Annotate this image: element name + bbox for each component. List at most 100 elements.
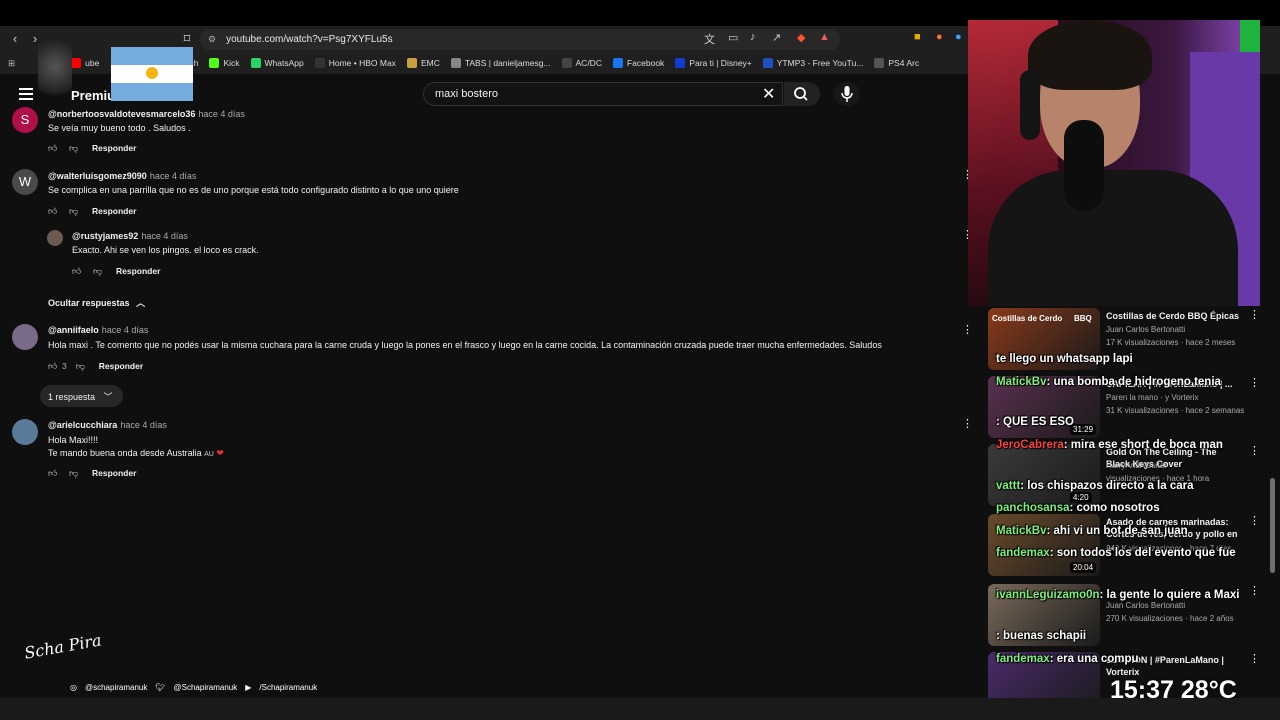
chat-message: panchosansa: como nosotros: [996, 501, 1258, 515]
bookmark-item[interactable]: ube: [71, 58, 99, 68]
like-icon[interactable]: 👍︎: [48, 206, 58, 216]
chat-username: fandemax: [996, 547, 1050, 559]
brave-shield-icon[interactable]: ◆: [797, 31, 805, 44]
extension-icon[interactable]: ●: [936, 31, 943, 43]
avatar[interactable]: [12, 324, 38, 350]
dislike-icon[interactable]: 👎︎: [69, 206, 79, 216]
chat-message: : QUE ES ESO: [996, 415, 1258, 429]
share-icon[interactable]: ↗: [772, 31, 781, 44]
bookmark-favicon-icon: [675, 58, 686, 68]
channel-name[interactable]: Juan Carlos Bertonatti: [1106, 325, 1185, 334]
reply-button[interactable]: Responder: [116, 266, 160, 276]
avatar[interactable]: [12, 419, 38, 445]
webcam-overlay: [968, 20, 1260, 306]
channel-name[interactable]: HarryAndAGuitar: [1106, 461, 1167, 470]
bookmark-item[interactable]: Kick: [209, 58, 240, 68]
site-info-icon[interactable]: ⚙: [208, 34, 216, 45]
bookmark-label: EMC: [420, 58, 440, 68]
more-options-icon[interactable]: ⋮: [962, 419, 973, 430]
dislike-icon[interactable]: 👎︎: [69, 468, 79, 478]
more-options-icon[interactable]: ⋮: [1249, 310, 1260, 321]
more-options-icon[interactable]: ⋮: [962, 325, 973, 336]
show-replies-button[interactable]: 1 respuesta ﹀: [40, 385, 123, 407]
like-icon[interactable]: 👍︎: [48, 361, 58, 371]
comment-text: Se veía muy bueno todo . Saludos .: [48, 123, 191, 133]
bookmark-label: PS4 Arc: [888, 58, 920, 68]
video-title[interactable]: Costillas de Cerdo BBQ Épicas: [1106, 310, 1241, 322]
bookmark-label: TABS | danieljamesg...: [464, 58, 551, 68]
comment-actions: 👍︎ 👎︎ Responder: [48, 143, 136, 153]
music-icon[interactable]: ♪: [750, 31, 756, 43]
chat-username: MatickBv: [996, 376, 1047, 388]
social-handles: ◎ @schapiramanuk 🐦︎ @Schapiramanuk ▶ /Sc…: [70, 683, 325, 692]
comment-actions: 👍︎ 👎︎ Responder: [48, 468, 136, 478]
close-icon[interactable]: ✕: [762, 84, 775, 104]
avatar[interactable]: [47, 230, 63, 246]
dislike-icon[interactable]: 👎︎: [93, 266, 103, 276]
heart-icon: ❤: [216, 448, 224, 458]
back-icon[interactable]: ‹: [6, 30, 24, 48]
bookmark-item[interactable]: YTMP3 - Free YouTu...: [762, 58, 863, 68]
search-button[interactable]: [784, 82, 820, 106]
voice-search-button[interactable]: [834, 82, 860, 106]
reply-button[interactable]: Responder: [92, 206, 136, 216]
youtube-handle: /Schapiramanuk: [259, 683, 318, 692]
avatar[interactable]: W: [12, 169, 38, 195]
like-count: 3: [62, 361, 67, 371]
brave-rewards-icon[interactable]: ▲: [819, 31, 830, 43]
bookmark-icon[interactable]: ⌑: [178, 30, 196, 48]
bookmark-label: Kick: [223, 58, 240, 68]
comment-author[interactable]: @walterluisgomez9090 hace 4 días: [48, 171, 196, 181]
chat-username: JeroCabrera: [996, 439, 1064, 451]
search-input[interactable]: maxi bostero: [423, 82, 783, 106]
chat-text: : como nosotros: [1069, 502, 1160, 514]
bookmark-favicon-icon: [874, 58, 885, 68]
channel-name[interactable]: Paren la mano · y Vorterix: [1106, 393, 1198, 402]
scrollbar[interactable]: [1266, 74, 1280, 698]
extension-icon[interactable]: ●: [955, 31, 962, 43]
translate-icon[interactable]: 文: [704, 31, 715, 47]
bookmark-item[interactable]: Facebook: [612, 58, 664, 68]
extension-icon[interactable]: ■: [914, 31, 921, 43]
comment-author[interactable]: @anniifaelo hace 4 días: [48, 325, 148, 335]
bookmark-item[interactable]: AC/DC: [561, 58, 602, 68]
bookmark-item[interactable]: EMC: [406, 58, 440, 68]
search-icon: [794, 87, 808, 101]
reply-button[interactable]: Responder: [92, 143, 136, 153]
like-icon[interactable]: 👍︎: [48, 143, 58, 153]
bookmark-label: AC/DC: [575, 58, 602, 68]
bookmark-label: Para ti | Disney+: [689, 58, 752, 68]
cast-icon[interactable]: ▭: [728, 31, 738, 44]
bookmark-item[interactable]: Home • HBO Max: [314, 58, 396, 68]
bookmark-item[interactable]: PS4 Arc: [874, 58, 919, 68]
hide-replies-button[interactable]: Ocultar respuestas ︿: [48, 296, 145, 309]
reply-button[interactable]: Responder: [92, 468, 136, 478]
bookmark-favicon-icon: [71, 58, 82, 68]
comment-author[interactable]: @arielcucchiara hace 4 días: [48, 420, 167, 430]
dislike-icon[interactable]: 👎︎: [76, 361, 86, 371]
comment-actions: 👍︎ 3 👎︎ Responder: [48, 361, 143, 371]
address-bar[interactable]: ⚙ youtube.com/watch?v=Psg7XYFLu5s: [200, 29, 840, 50]
like-icon[interactable]: 👍︎: [48, 468, 58, 478]
bookmark-item[interactable]: TABS | danieljamesg...: [450, 58, 551, 68]
bookmark-item[interactable]: WhatsApp: [250, 58, 304, 68]
avatar[interactable]: S: [12, 107, 38, 133]
bookmark-label: Home • HBO Max: [328, 58, 396, 68]
comment-actions: 👍︎ 👎︎ Responder: [48, 206, 136, 216]
scrollbar-thumb[interactable]: [1270, 478, 1275, 573]
bookmark-label: WhatsApp: [264, 58, 304, 68]
argentina-flag-overlay: [111, 47, 193, 101]
like-icon[interactable]: 👍︎: [72, 266, 82, 276]
bookmark-item[interactable]: Para ti | Disney+: [675, 58, 752, 68]
chat-text: : era una compu: [1049, 653, 1139, 665]
comment-author[interactable]: @rustyjames92 hace 4 días: [72, 231, 188, 241]
channel-name[interactable]: Juan Carlos Bertonatti: [1106, 601, 1185, 610]
apps-icon[interactable]: ⊞: [8, 58, 15, 69]
reply-button[interactable]: Responder: [99, 361, 143, 371]
bookmark-favicon-icon: [250, 58, 261, 68]
bookmark-favicon-icon: [762, 58, 773, 68]
comment-author[interactable]: @norbertoosvaldotevesmarcelo36 hace 4 día…: [48, 109, 245, 119]
video-thumbnail[interactable]: 4:20: [988, 444, 1100, 506]
dislike-icon[interactable]: 👎︎: [69, 143, 79, 153]
menu-icon[interactable]: [19, 88, 33, 100]
